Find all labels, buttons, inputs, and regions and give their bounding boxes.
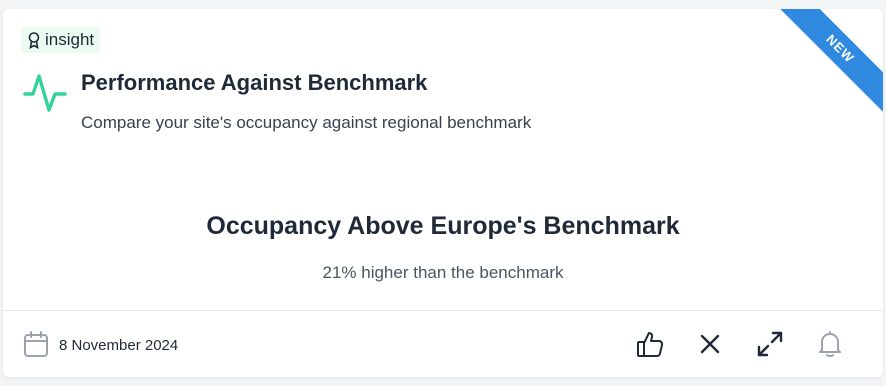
card-title: Performance Against Benchmark — [81, 70, 428, 95]
award-icon — [28, 32, 40, 49]
bell-icon — [819, 331, 841, 357]
expand-icon — [757, 331, 783, 357]
insight-tag: insight — [21, 27, 101, 53]
close-icon — [700, 334, 720, 354]
insight-headline: Occupancy Above Europe's Benchmark — [206, 212, 680, 240]
insight-date: 8 November 2024 — [59, 337, 179, 354]
insight-tag-label: insight — [45, 30, 95, 49]
new-ribbon-container: NEW — [773, 9, 883, 119]
dismiss-button[interactable] — [694, 328, 726, 360]
footer-divider — [3, 310, 883, 311]
thumbs-up-icon — [637, 332, 664, 357]
new-ribbon: NEW — [773, 9, 883, 119]
like-button[interactable] — [634, 328, 666, 360]
notify-button[interactable] — [814, 328, 846, 360]
activity-pulse-icon — [23, 74, 67, 112]
insight-detail: 21% higher than the benchmark — [322, 263, 564, 282]
expand-button[interactable] — [754, 328, 786, 360]
insight-card: NEW insight Performance Against Benchmar… — [3, 9, 883, 377]
calendar-icon — [24, 331, 48, 357]
card-subtitle: Compare your site's occupancy against re… — [81, 113, 532, 132]
